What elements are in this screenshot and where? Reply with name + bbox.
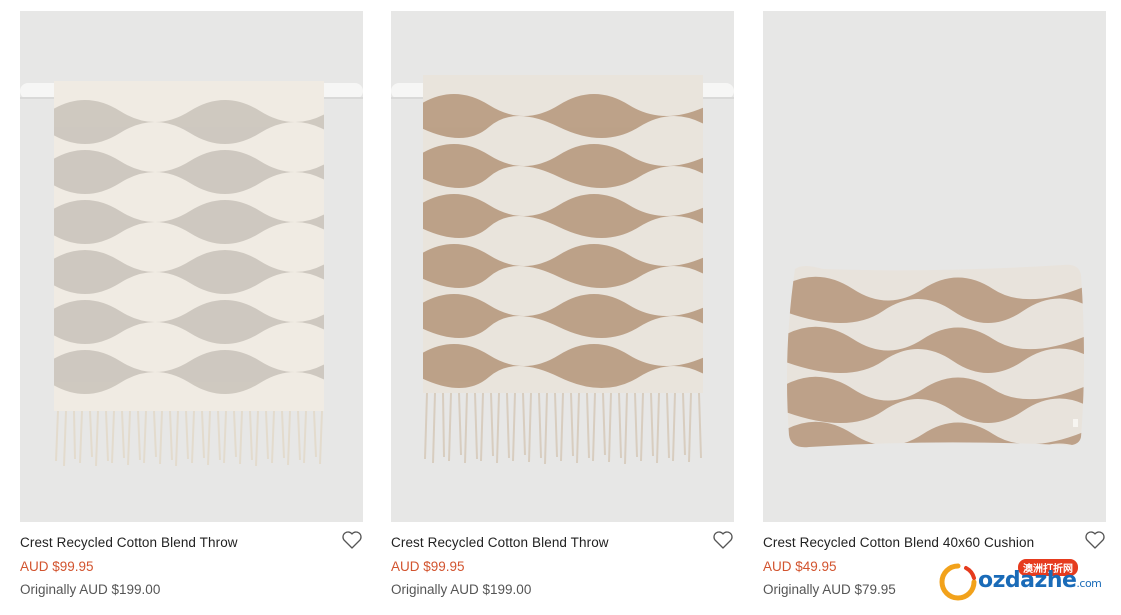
watermark-logo: 澳洲打折网 ozdazhe.com [934,558,1102,604]
watermark-swirl-icon [939,563,977,601]
product-image[interactable] [20,11,363,522]
wishlist-heart-icon[interactable] [712,530,734,550]
product-card[interactable]: Crest Recycled Cotton Blend Throw AUD $9… [20,11,363,611]
sale-price: AUD $49.95 [763,559,837,574]
product-card[interactable]: Crest Recycled Cotton Blend 40x60 Cushio… [763,11,1106,611]
product-image[interactable] [763,11,1106,522]
sale-price: AUD $99.95 [20,559,94,574]
original-price: Originally AUD $199.00 [391,582,532,597]
product-title[interactable]: Crest Recycled Cotton Blend 40x60 Cushio… [763,535,1034,550]
product-grid: Crest Recycled Cotton Blend Throw AUD $9… [20,11,1106,611]
product-card[interactable]: Crest Recycled Cotton Blend Throw AUD $9… [391,11,734,611]
watermark-brand-text: ozdazhe.com [978,568,1102,593]
original-price: Originally AUD $79.95 [763,582,896,597]
product-image[interactable] [391,11,734,522]
original-price: Originally AUD $199.00 [20,582,161,597]
wishlist-heart-icon[interactable] [1084,530,1106,550]
wishlist-heart-icon[interactable] [341,530,363,550]
watermark-suffix: .com [1076,577,1102,590]
product-title[interactable]: Crest Recycled Cotton Blend Throw [20,535,238,550]
product-title[interactable]: Crest Recycled Cotton Blend Throw [391,535,609,550]
sale-price: AUD $99.95 [391,559,465,574]
watermark-brand: ozdazhe [978,568,1077,593]
